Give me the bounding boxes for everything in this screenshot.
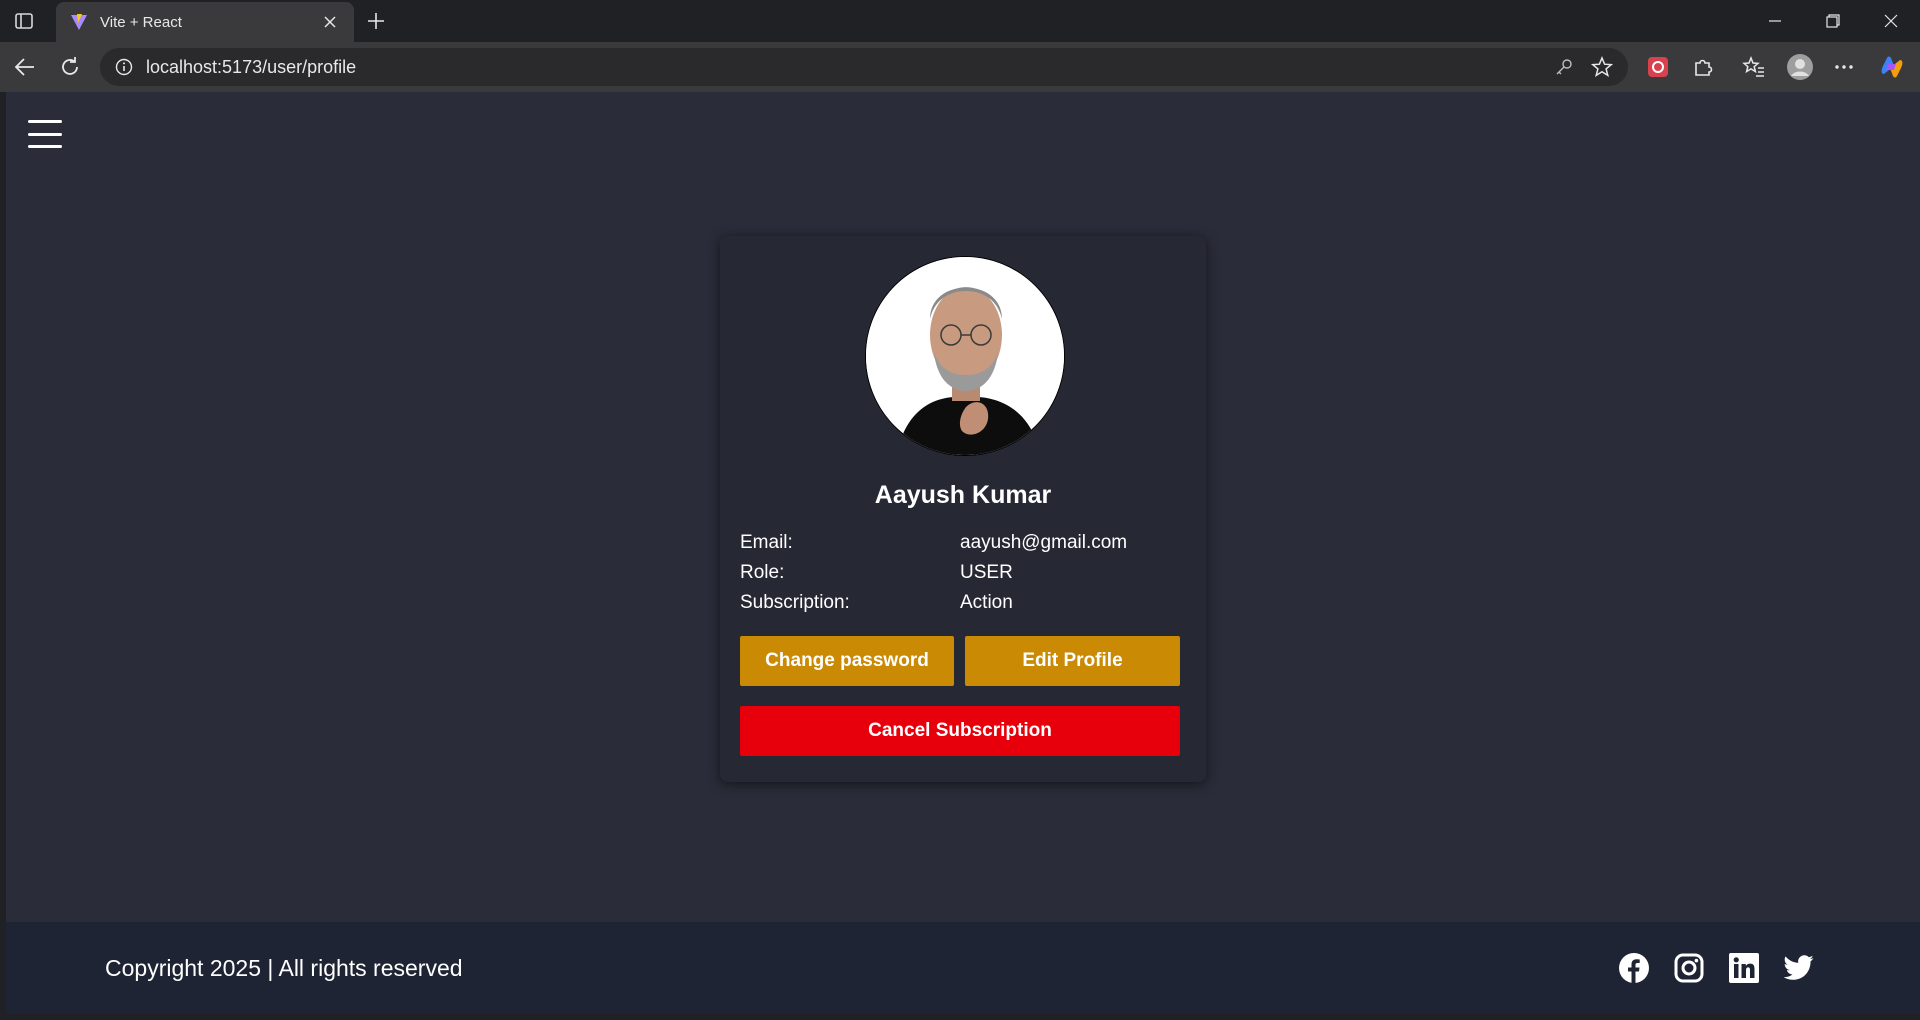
more-options-icon[interactable] bbox=[1829, 52, 1859, 82]
browser-toolbar: localhost:5173/user/profile bbox=[0, 42, 1920, 92]
instagram-icon[interactable] bbox=[1673, 952, 1705, 984]
password-key-icon[interactable] bbox=[1552, 55, 1576, 79]
email-value: aayush@gmail.com bbox=[960, 532, 1128, 553]
address-bar[interactable]: localhost:5173/user/profile bbox=[100, 48, 1628, 86]
close-tab-icon[interactable] bbox=[320, 12, 340, 32]
new-tab-icon[interactable] bbox=[362, 8, 390, 34]
site-info-icon[interactable] bbox=[114, 57, 134, 77]
vite-logo-icon bbox=[70, 13, 88, 31]
page-viewport: Aayush Kumar Email: aayush@gmail.com Rol… bbox=[6, 92, 1920, 1014]
facebook-icon[interactable] bbox=[1618, 952, 1650, 984]
subscription-value: Action bbox=[960, 592, 1013, 613]
sidebar-toggle-icon[interactable] bbox=[10, 9, 38, 33]
extensions-puzzle-icon[interactable] bbox=[1688, 52, 1718, 82]
email-label: Email: bbox=[740, 532, 793, 553]
edit-profile-button[interactable]: Edit Profile bbox=[965, 636, 1180, 686]
subscription-label: Subscription: bbox=[740, 592, 850, 613]
minimize-icon[interactable] bbox=[1752, 6, 1798, 36]
tab-title: Vite + React bbox=[100, 13, 182, 31]
role-row: Role: USER bbox=[740, 562, 1180, 592]
copilot-icon[interactable] bbox=[1877, 52, 1907, 82]
back-icon[interactable] bbox=[10, 52, 40, 82]
role-value: USER bbox=[960, 562, 1013, 583]
twitter-icon[interactable] bbox=[1783, 952, 1815, 984]
subscription-row: Subscription: Action bbox=[740, 592, 1180, 622]
reload-icon[interactable] bbox=[55, 52, 85, 82]
restore-icon[interactable] bbox=[1810, 6, 1856, 36]
copyright-text: Copyright 2025 | All rights reserved bbox=[105, 955, 463, 981]
change-password-button[interactable]: Change password bbox=[740, 636, 954, 686]
favorites-icon[interactable] bbox=[1739, 52, 1769, 82]
role-label: Role: bbox=[740, 562, 785, 583]
profile-avatar-icon[interactable] bbox=[1785, 52, 1815, 82]
user-name: Aayush Kumar bbox=[874, 481, 1052, 509]
browser-tab-bar: Vite + React bbox=[0, 0, 1920, 42]
linkedin-icon[interactable] bbox=[1728, 952, 1760, 984]
cancel-subscription-button[interactable]: Cancel Subscription bbox=[740, 706, 1180, 756]
browser-tab[interactable]: Vite + React bbox=[56, 2, 354, 42]
profile-card: Aayush Kumar Email: aayush@gmail.com Rol… bbox=[720, 236, 1206, 782]
email-row: Email: aayush@gmail.com bbox=[740, 532, 1180, 562]
profile-avatar bbox=[865, 256, 1065, 456]
hamburger-menu-icon[interactable] bbox=[28, 120, 62, 148]
footer: Copyright 2025 | All rights reserved bbox=[6, 922, 1920, 1014]
url-text: localhost:5173/user/profile bbox=[146, 56, 357, 77]
extension-icon[interactable] bbox=[1643, 52, 1673, 82]
favorite-star-icon[interactable] bbox=[1590, 55, 1614, 79]
close-window-icon[interactable] bbox=[1868, 6, 1914, 36]
